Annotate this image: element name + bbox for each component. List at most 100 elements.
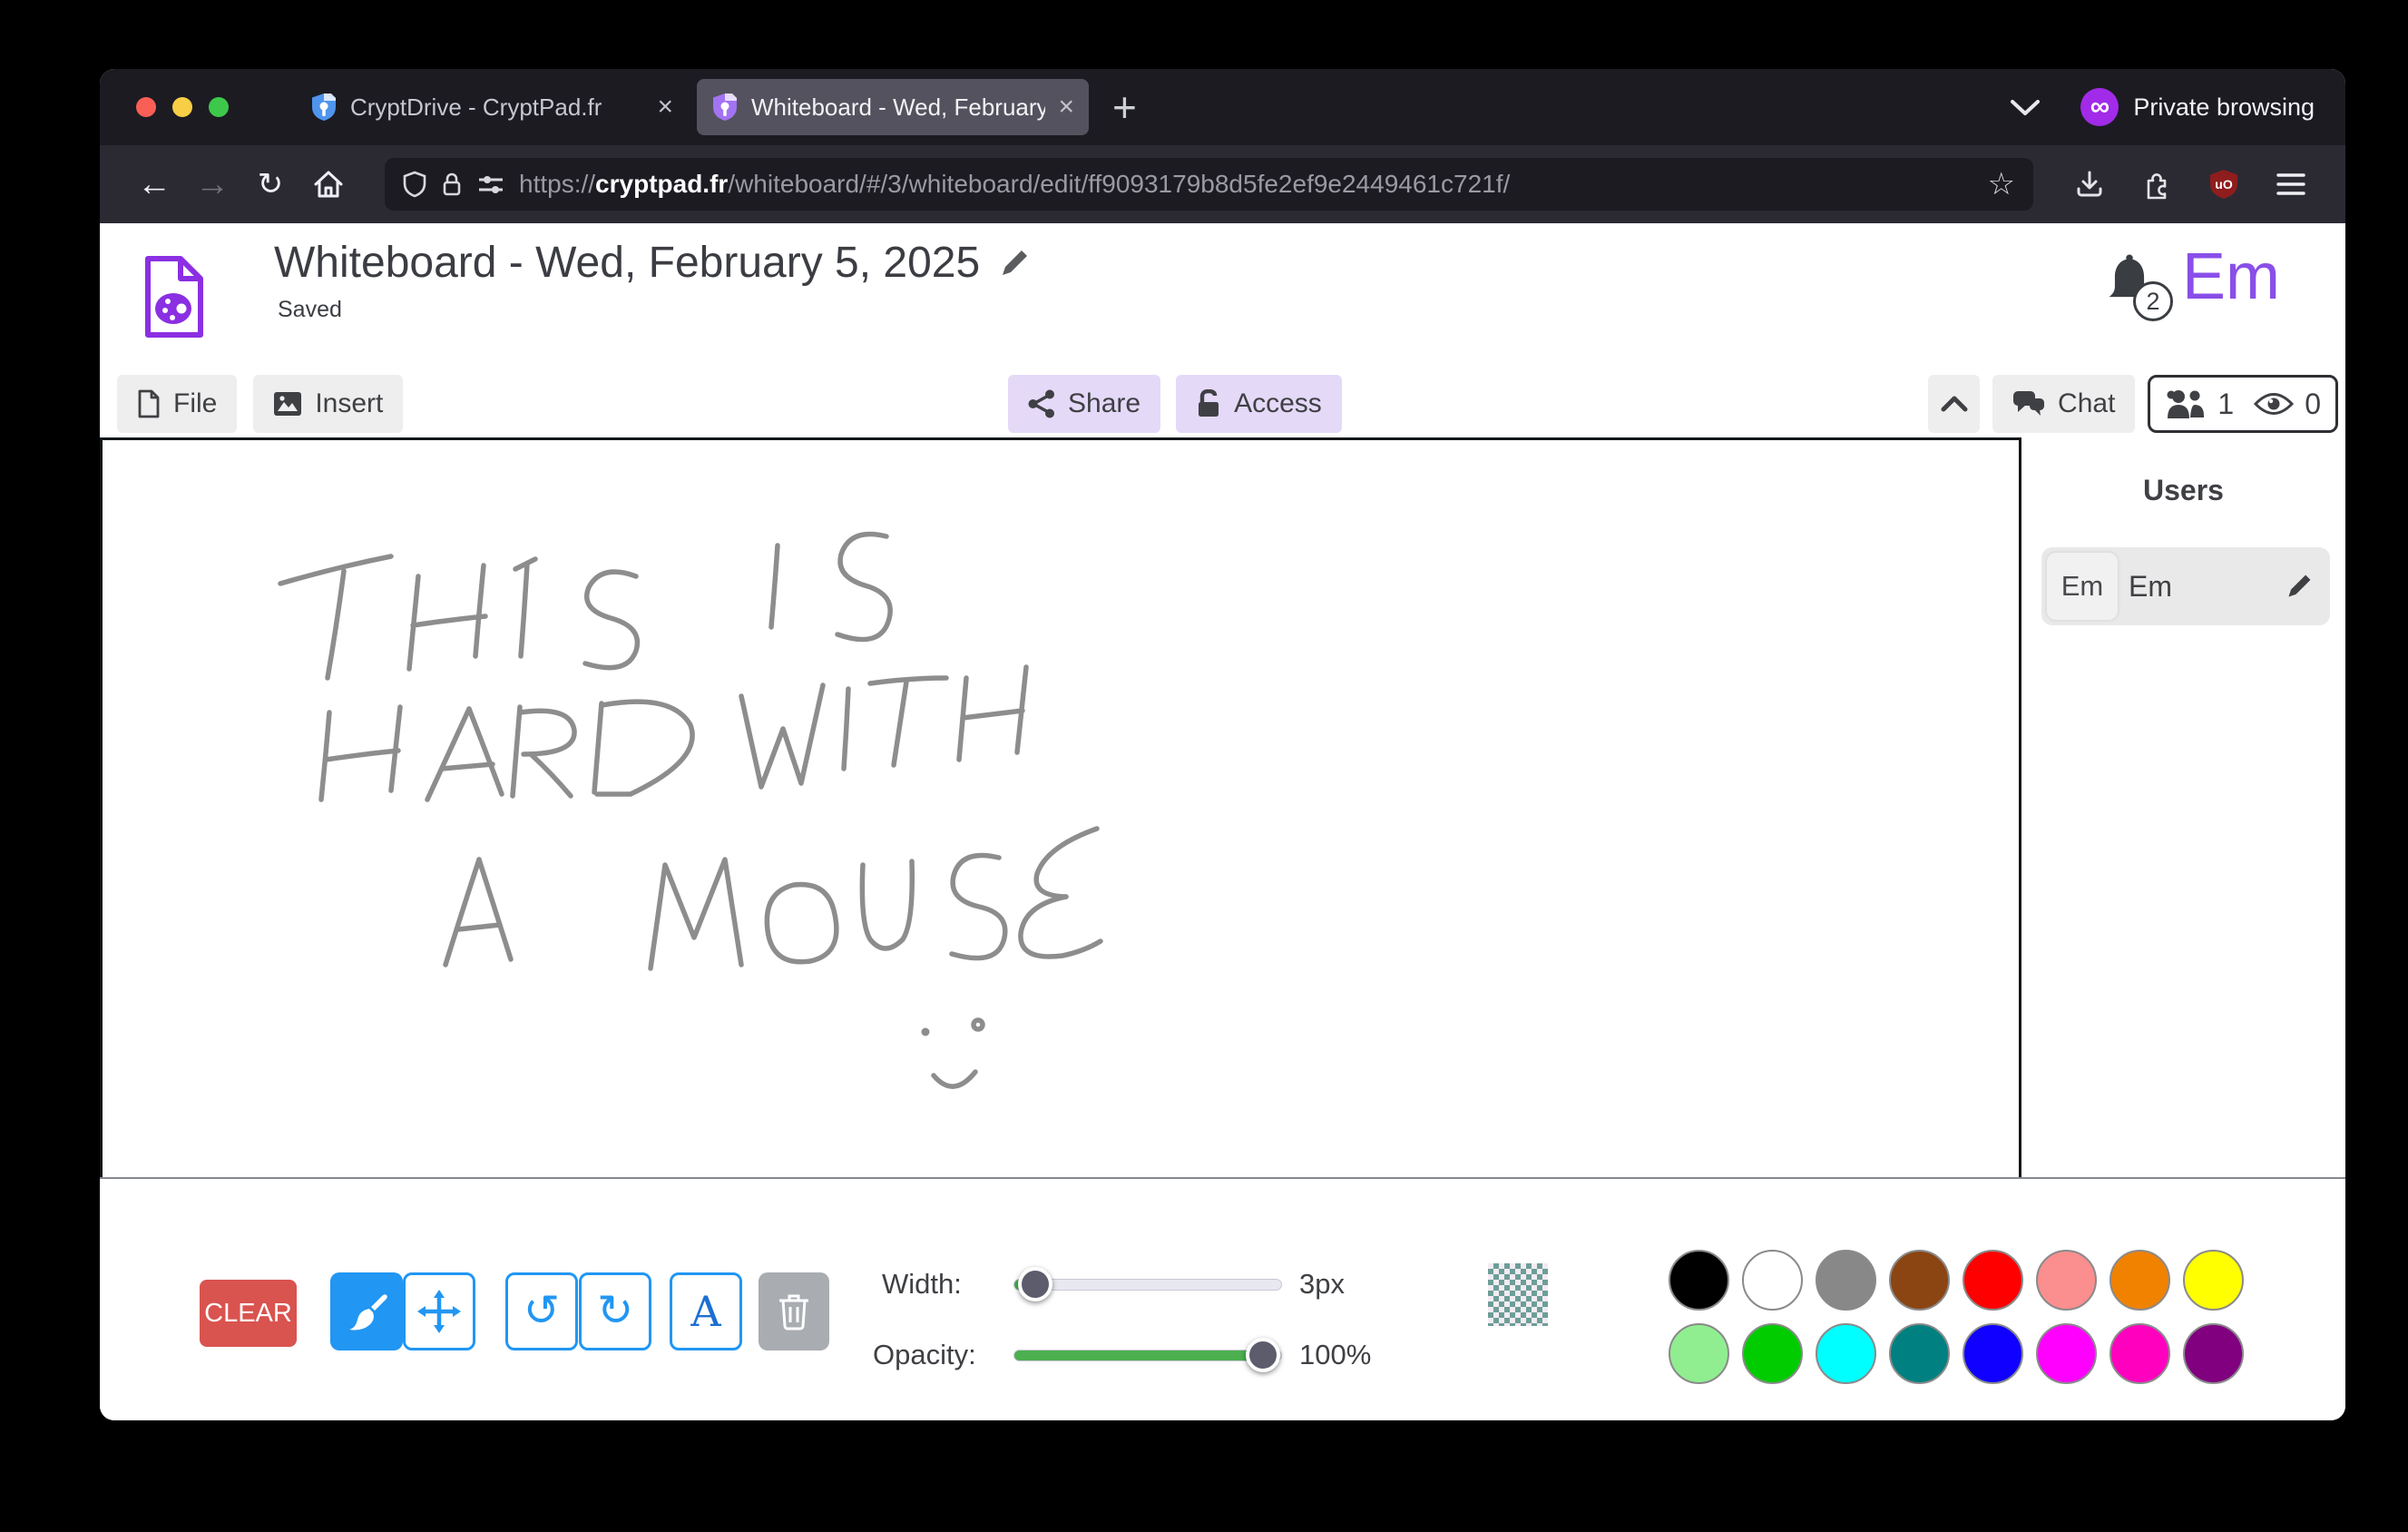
collapse-toolbar-button[interactable] — [1928, 375, 1980, 433]
new-tab-button[interactable]: + — [1112, 83, 1137, 132]
clear-button[interactable]: CLEAR — [200, 1280, 297, 1347]
notifications-bell-icon[interactable]: 2 — [2102, 254, 2166, 319]
brush-tool-button[interactable] — [330, 1272, 403, 1350]
tab-bar: CryptDrive - CryptPad.fr × Whiteboard - … — [100, 69, 2345, 145]
chat-button[interactable]: Chat — [1992, 375, 2135, 433]
color-swatch-#f08200[interactable] — [2109, 1250, 2170, 1311]
color-swatch-#00cc00[interactable] — [1742, 1323, 1803, 1384]
window-controls — [136, 97, 229, 117]
url-text[interactable]: https://cryptpad.fr/whiteboard/#/3/white… — [519, 170, 1973, 199]
private-browsing-mask-icon: ∞ — [2080, 88, 2119, 126]
permissions-icon[interactable] — [477, 172, 504, 196]
navigation-bar: ← → ↻ https://cryptpad.fr/whiteboard/#/3… — [100, 145, 2345, 223]
lock-icon[interactable] — [441, 171, 463, 198]
tab-close-icon[interactable]: × — [657, 93, 673, 121]
color-swatch-#00ffff[interactable] — [1816, 1323, 1876, 1384]
width-value: 3px — [1299, 1268, 1345, 1301]
bookmark-star-icon[interactable]: ☆ — [1988, 166, 2015, 202]
access-label: Access — [1234, 388, 1322, 419]
color-swatch-#90ee90[interactable] — [1669, 1323, 1729, 1384]
canvas-drawing — [103, 440, 2019, 1174]
color-swatch-#ff00ff[interactable] — [2036, 1323, 2097, 1384]
forward-button[interactable]: → — [183, 159, 241, 210]
chat-label: Chat — [2058, 388, 2115, 419]
browser-window: CryptDrive - CryptPad.fr × Whiteboard - … — [100, 69, 2345, 1420]
opacity-slider-handle[interactable] — [1246, 1338, 1280, 1372]
editors-count: 1 — [2217, 388, 2234, 421]
url-bar[interactable]: https://cryptpad.fr/whiteboard/#/3/white… — [385, 158, 2033, 211]
save-status: Saved — [278, 297, 1031, 323]
redo-button[interactable]: ↻ — [579, 1272, 651, 1350]
whiteboard-canvas[interactable] — [100, 437, 2021, 1177]
color-swatch-#888888[interactable] — [1816, 1250, 1876, 1311]
undo-icon: ↺ — [524, 1290, 560, 1333]
user-list-item: Em Em — [2041, 547, 2330, 625]
color-swatch-#008080[interactable] — [1889, 1323, 1950, 1384]
share-label: Share — [1068, 388, 1140, 419]
back-button[interactable]: ← — [125, 159, 183, 210]
user-avatar: Em — [2047, 553, 2118, 620]
image-icon — [273, 391, 302, 417]
extensions-puzzle-icon[interactable] — [2128, 159, 2186, 210]
private-browsing-indicator: ∞ Private browsing — [2080, 88, 2315, 126]
ublock-origin-icon[interactable]: uO — [2195, 159, 2253, 210]
maximize-window-button[interactable] — [209, 97, 229, 117]
access-button[interactable]: Access — [1176, 375, 1342, 433]
rename-pencil-icon[interactable] — [998, 247, 1031, 280]
opacity-label: Opacity: — [873, 1339, 976, 1371]
app-header: Whiteboard - Wed, February 5, 2025 Saved… — [100, 223, 2345, 372]
chevron-up-icon — [1941, 396, 1968, 412]
account-name[interactable]: Em — [2182, 240, 2280, 314]
reload-button[interactable]: ↻ — [241, 159, 299, 210]
list-tabs-chevron-icon[interactable] — [2010, 98, 2041, 116]
menu-hamburger-icon[interactable] — [2262, 159, 2320, 210]
tab-whiteboard-active[interactable]: Whiteboard - Wed, February 5, 2025 × — [697, 79, 1089, 135]
home-button[interactable] — [299, 159, 357, 210]
width-slider[interactable] — [1013, 1279, 1282, 1291]
color-swatch-#000000[interactable] — [1669, 1250, 1729, 1311]
move-arrows-icon — [417, 1290, 461, 1333]
insert-menu-label: Insert — [315, 388, 383, 419]
user-count-box[interactable]: 1 0 — [2148, 375, 2338, 433]
file-menu-button[interactable]: File — [117, 375, 237, 433]
color-swatch-#ffffff[interactable] — [1742, 1250, 1803, 1311]
color-swatch-#8b4513[interactable] — [1889, 1250, 1950, 1311]
edit-name-pencil-icon[interactable] — [2285, 572, 2314, 601]
move-tool-button[interactable] — [403, 1272, 475, 1350]
drawing-toolbar: CLEAR ↺ ↻ A — [100, 1177, 2345, 1420]
close-window-button[interactable] — [136, 97, 156, 117]
users-heading: Users — [2021, 474, 2345, 507]
svg-text:uO: uO — [2215, 177, 2233, 192]
tab-cryptdrive[interactable]: CryptDrive - CryptPad.fr × — [296, 79, 688, 135]
tab-title: CryptDrive - CryptPad.fr — [350, 93, 644, 122]
brush-pattern-preview[interactable] — [1488, 1263, 1548, 1326]
text-tool-icon: A — [690, 1287, 720, 1336]
insert-menu-button[interactable]: Insert — [253, 375, 403, 433]
color-swatch-#0f00ff[interactable] — [1963, 1323, 2023, 1384]
whiteboard-app-icon — [141, 254, 208, 339]
delete-button[interactable] — [759, 1272, 829, 1350]
minimize-window-button[interactable] — [172, 97, 192, 117]
color-swatch-#ff00bf[interactable] — [2109, 1323, 2170, 1384]
user-name: Em — [2129, 570, 2285, 604]
color-swatch-#ff0000[interactable] — [1963, 1250, 2023, 1311]
share-button[interactable]: Share — [1008, 375, 1160, 433]
width-label: Width: — [882, 1268, 962, 1301]
color-swatch-#800080[interactable] — [2183, 1323, 2244, 1384]
text-tool-button[interactable]: A — [670, 1272, 742, 1350]
redo-icon: ↻ — [597, 1290, 633, 1333]
users-sidebar: Users Em Em — [2021, 437, 2345, 1177]
notification-count-badge: 2 — [2133, 281, 2173, 321]
undo-button[interactable]: ↺ — [505, 1272, 578, 1350]
share-icon — [1028, 389, 1055, 418]
color-swatch-#ffff00[interactable] — [2183, 1250, 2244, 1311]
color-palette — [1669, 1250, 2244, 1384]
tab-close-icon[interactable]: × — [1058, 93, 1074, 121]
downloads-icon[interactable] — [2061, 159, 2119, 210]
unlock-icon — [1196, 389, 1221, 418]
tracking-protection-shield-icon[interactable] — [403, 171, 426, 198]
opacity-slider[interactable] — [1013, 1350, 1282, 1361]
color-swatch-#fb8e8e[interactable] — [2036, 1250, 2097, 1311]
app-toolbar: File Insert Share — [100, 372, 2345, 437]
width-slider-handle[interactable] — [1018, 1267, 1052, 1301]
